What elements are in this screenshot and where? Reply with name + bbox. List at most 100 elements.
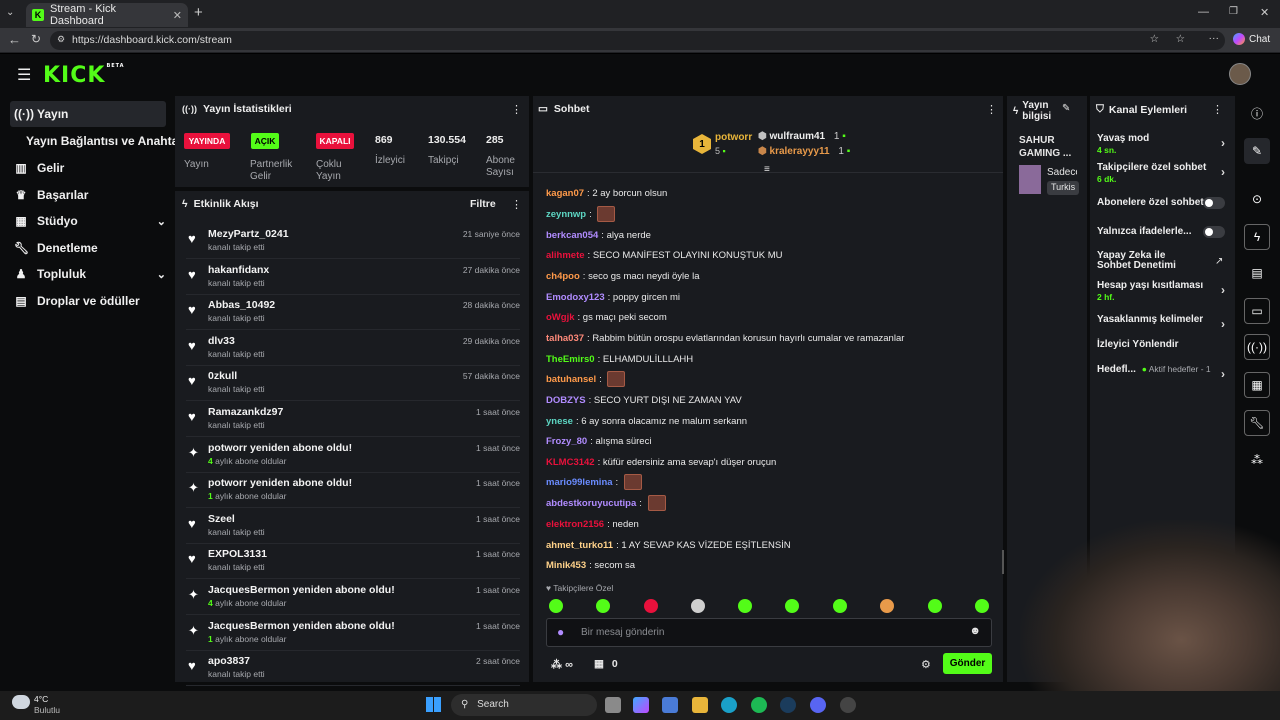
action-subscribers-only[interactable]: Abonelere özel sohbet [1097, 197, 1225, 209]
activity-event[interactable]: ♥ Szeel kanalı takip etti 1 saat önce [186, 510, 520, 544]
info-icon[interactable]: ⓘ [1244, 100, 1270, 126]
tab-close-icon[interactable]: ✕ [173, 9, 182, 22]
emoji-picker-icon[interactable]: ☻ [969, 625, 981, 637]
leaderboard-first-name[interactable]: potworr [715, 132, 752, 143]
site-info-icon[interactable]: ⚙ [57, 34, 65, 45]
chat-menu-icon[interactable]: ⋮ [986, 103, 997, 116]
chat-username[interactable]: talha037 [546, 333, 584, 344]
quick-emote-button[interactable] [691, 599, 705, 613]
stats-menu-icon[interactable]: ⋮ [511, 103, 522, 116]
leaderboard-third[interactable]: ⬢ kralerayyy11 1 ▪ [758, 146, 850, 157]
chat-username[interactable]: Frozy_80 [546, 436, 587, 447]
action-raid[interactable]: İzleyici Yönlendir [1097, 339, 1225, 350]
quick-emote-button[interactable] [880, 599, 894, 613]
action-account-age[interactable]: Hesap yaşı kısıtlaması 2 hf. › [1097, 280, 1225, 302]
kick-logo[interactable]: KICKBETA [43, 63, 125, 88]
activity-event[interactable]: ✦ JacquesBermon yeniden abone oldu! 4 ay… [186, 581, 520, 615]
taskbar-search[interactable]: ⚲ Search [451, 694, 597, 716]
channel-actions-menu-icon[interactable]: ⋮ [1212, 103, 1223, 116]
chat-username[interactable]: batuhansel [546, 374, 596, 385]
chat-username[interactable]: mario99lemina [546, 477, 613, 488]
chat-scrollbar[interactable] [1002, 550, 1004, 574]
chat-rail-icon[interactable]: ▭ [1244, 298, 1270, 324]
activity-event[interactable]: ♥ apo3837 kanalı takip etti 2 saat önce [186, 652, 520, 687]
emotes-only-toggle[interactable] [1203, 226, 1225, 238]
back-icon[interactable]: ← [8, 32, 21, 47]
collections-icon[interactable]: ☆ [1176, 33, 1185, 45]
action-goals[interactable]: Hedefl... ● Aktif hedefler - 1 › [1097, 364, 1225, 381]
chat-username[interactable]: DOBZYS [546, 395, 586, 406]
external-link-icon[interactable]: ↗ [1215, 256, 1223, 267]
new-tab-icon[interactable]: + [194, 4, 203, 21]
action-ai-moderation[interactable]: Yapay Zeka ile Sohbet Denetimi [1097, 251, 1197, 271]
chat-username[interactable]: kagan07 [546, 188, 584, 199]
chat-username[interactable]: elektron2156 [546, 519, 604, 530]
activity-event[interactable]: ✦ JacquesBermon yeniden abone oldu! 1 ay… [186, 617, 520, 651]
edit-stream-info-icon[interactable]: ✎ [1062, 103, 1070, 114]
sidebar-item-yayin[interactable]: ((·)) Yayın [10, 101, 166, 127]
sidebar-item-topluluk[interactable]: ♟ Topluluk ⌄ [10, 261, 166, 287]
sidebar-item-studyo[interactable]: ▦ Stüdyo ⌄ [10, 208, 166, 234]
lightning-rail-icon[interactable]: ϟ [1244, 224, 1270, 250]
activity-event[interactable]: ♥ hakanfidanx kanalı takip etti 27 dakik… [186, 261, 520, 295]
subscribers-only-toggle[interactable] [1203, 197, 1225, 209]
action-slow-mode[interactable]: Yavaş mod 4 sn. › [1097, 133, 1225, 155]
activity-event[interactable]: ♥ MezyPartz_0241 kanalı takip etti 21 sa… [186, 225, 520, 259]
weather-icon[interactable] [12, 695, 30, 709]
broadcast-rail-icon[interactable]: ((·)) [1244, 334, 1270, 360]
task-view-icon[interactable] [605, 697, 621, 713]
copilot-chat-button[interactable]: Chat [1233, 33, 1270, 45]
quick-emote-button[interactable] [738, 599, 752, 613]
browser-tab[interactable]: K Stream - Kick Dashboard ✕ [26, 3, 188, 27]
file-explorer-icon[interactable] [692, 697, 708, 713]
maximize-icon[interactable]: ❐ [1229, 6, 1238, 17]
sidebar-item-stream-key[interactable]: Yayın Bağlantısı ve Anahtarı [26, 128, 186, 154]
tab-list-chevron-icon[interactable]: ⌄ [6, 7, 14, 18]
activity-event[interactable]: ♥ 0zkull kanalı takip etti 57 dakika önc… [186, 367, 520, 402]
action-banned-words[interactable]: Yasaklanmış kelimeler › [1097, 314, 1225, 331]
edit-icon[interactable]: ✎ [1244, 138, 1270, 164]
action-followers-only[interactable]: Takipçilere özel sohbet 6 dk. › [1097, 162, 1225, 184]
steam-icon[interactable] [780, 697, 796, 713]
edge-browser-icon[interactable] [721, 697, 737, 713]
store-taskbar-icon[interactable] [662, 697, 678, 713]
chat-username[interactable]: zeynnwp [546, 209, 586, 220]
channel-points[interactable]: ⁂ ∞ [551, 658, 573, 671]
activity-event[interactable]: ♥ dlv33 kanalı takip etti 29 dakika önce [186, 332, 520, 366]
more-menu-icon[interactable]: ··· [1209, 32, 1220, 44]
chat-username[interactable]: alihmete [546, 250, 585, 261]
activity-event[interactable]: ✦ potworr yeniden abone oldu! 4 aylık ab… [186, 439, 520, 473]
copilot-taskbar-icon[interactable] [633, 697, 649, 713]
chat-username[interactable]: abdestkoruyucutipa [546, 498, 636, 509]
wrench-rail-icon[interactable]: 🔧︎ [1244, 410, 1270, 436]
hamburger-menu-icon[interactable]: ☰ [17, 65, 31, 85]
sidebar-item-gelir[interactable]: ▥ Gelir [10, 155, 166, 181]
spotify-icon[interactable] [751, 697, 767, 713]
camera-icon[interactable]: ⊙ [1244, 186, 1270, 212]
quick-emote-button[interactable] [596, 599, 610, 613]
document-icon[interactable]: ▤ [1244, 260, 1270, 286]
chat-username[interactable]: ch4poo [546, 271, 580, 282]
pinned-toggle-icon[interactable]: ≡ [764, 164, 770, 175]
quick-emote-button[interactable] [644, 599, 658, 613]
quick-emote-button[interactable] [975, 599, 989, 613]
chat-username[interactable]: berkcan054 [546, 230, 598, 241]
url-field[interactable]: ⚙ https://dashboard.kick.com/stream ☆ ☆ … [50, 31, 1225, 50]
chat-username[interactable]: oWgjk [546, 312, 575, 323]
chat-username[interactable]: TheEmirs0 [546, 354, 595, 365]
chat-username[interactable]: Minik453 [546, 560, 586, 571]
favorite-star-icon[interactable]: ☆ [1150, 33, 1159, 45]
activity-filter-button[interactable]: Filtre [470, 198, 496, 210]
activity-event[interactable]: ♥ Abbas_10492 kanalı takip etti 28 dakik… [186, 296, 520, 331]
activity-event[interactable]: ✦ potworr yeniden abone oldu! 1 aylık ab… [186, 474, 520, 509]
minimize-icon[interactable]: — [1198, 6, 1209, 18]
sidebar-item-basarilar[interactable]: ♛ Başarılar [10, 182, 166, 208]
window-close-icon[interactable]: ✕ [1260, 6, 1269, 19]
points-rail-icon[interactable]: ⁂ [1244, 447, 1270, 473]
discord-icon[interactable] [810, 697, 826, 713]
quick-emote-button[interactable] [928, 599, 942, 613]
user-avatar[interactable] [1229, 63, 1251, 85]
quick-emote-button[interactable] [549, 599, 563, 613]
quick-emote-button[interactable] [833, 599, 847, 613]
chat-username[interactable]: Emodoxy123 [546, 292, 605, 303]
